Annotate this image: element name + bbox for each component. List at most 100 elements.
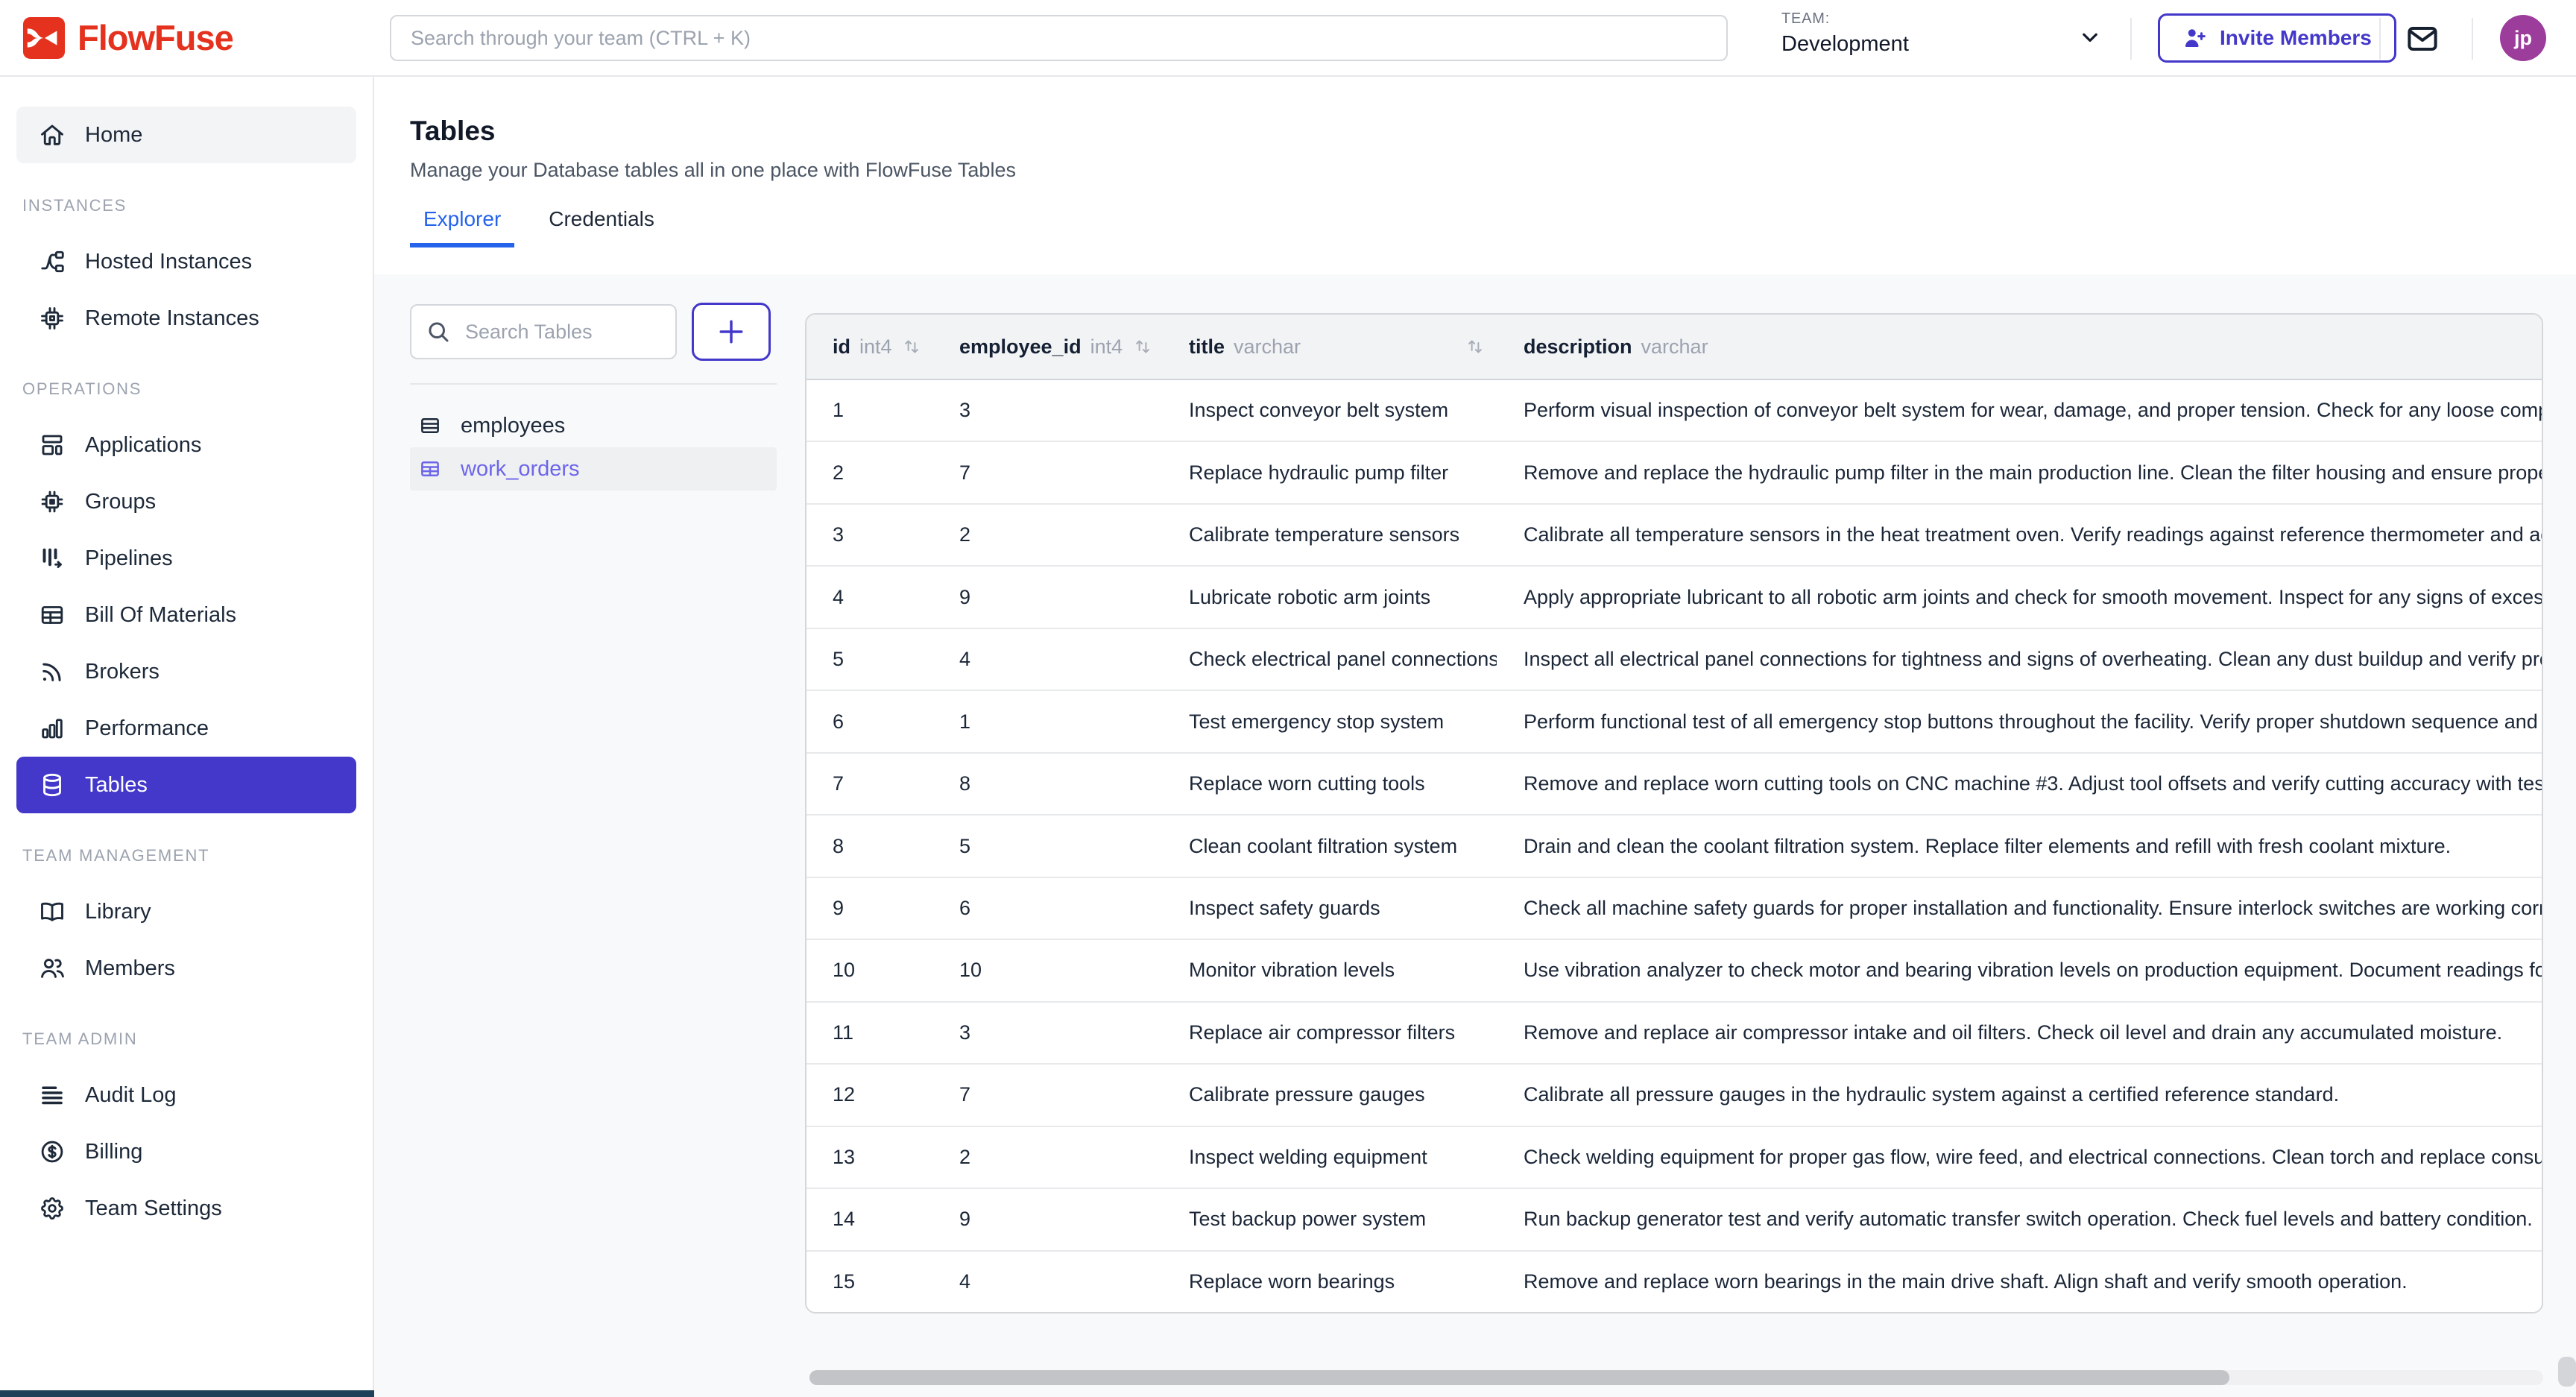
sidebar-item-library[interactable]: Library [16,883,356,940]
cell-id: 5 [806,648,933,671]
cell-description: Calibrate all pressure gauges in the hyd… [1497,1083,2542,1106]
topbar-divider [2472,18,2473,60]
dollar-circle-icon [39,1138,66,1165]
horizontal-scrollbar-track[interactable] [809,1370,2543,1385]
cell-title: Test emergency stop system [1164,710,1497,734]
mini-table-icon [419,458,441,480]
mail-icon[interactable] [2405,21,2440,57]
cell-title: Replace worn bearings [1164,1270,1497,1293]
sort-icon[interactable] [1464,335,1486,358]
grid-table-icon [39,602,66,628]
table-name: work_orders [461,457,580,482]
cell-employee-id: 8 [933,772,1164,795]
cell-title: Replace worn cutting tools [1164,772,1497,795]
content-area: employees work_orders id int4 employee_i… [374,274,2576,1397]
sidebar-item-label: Brokers [85,660,160,684]
table-row[interactable]: 14 9 Test backup power system Run backup… [806,1188,2542,1249]
table-row[interactable]: 13 2 Inspect welding equipment Check wel… [806,1126,2542,1188]
sidebar-item-home[interactable]: Home [16,107,356,163]
table-row[interactable]: 3 2 Calibrate temperature sensors Calibr… [806,503,2542,565]
page-subtitle: Manage your Database tables all in one p… [410,159,2576,182]
table-row[interactable]: 9 6 Inspect safety guards Check all mach… [806,877,2542,939]
table-row[interactable]: 15 4 Replace worn bearings Remove and re… [806,1250,2542,1312]
flowfuse-logo[interactable]: FlowFuse [22,16,233,60]
flowfuse-logo-icon [22,16,66,60]
team-search-input[interactable] [390,15,1728,61]
cell-employee-id: 2 [933,523,1164,546]
chevron-down-icon[interactable] [2077,24,2103,51]
sidebar-item-pipelines[interactable]: Pipelines [16,530,356,587]
cell-employee-id: 7 [933,1083,1164,1106]
sort-icon[interactable] [900,335,923,358]
avatar[interactable]: jp [2500,15,2546,61]
cell-id: 13 [806,1146,933,1169]
sidebar-item-tables[interactable]: Tables [16,757,356,813]
add-table-button[interactable] [692,303,771,361]
template-blocks-icon [39,432,66,458]
table-row[interactable]: 2 7 Replace hydraulic pump filter Remove… [806,441,2542,502]
database-icon [39,772,66,798]
table-row[interactable]: 6 1 Test emergency stop system Perform f… [806,690,2542,751]
table-row[interactable]: 7 8 Replace worn cutting tools Remove an… [806,752,2542,814]
sort-icon[interactable] [1131,335,1154,358]
column-header-title[interactable]: title varchar [1164,335,1497,359]
column-header-description[interactable]: description varchar [1497,335,2542,359]
sidebar-item-applications[interactable]: Applications [16,417,356,473]
chip-icon [39,305,66,332]
cell-employee-id: 3 [933,1021,1164,1044]
sidebar-item-audit-log[interactable]: Audit Log [16,1067,356,1123]
branch-nodes-icon [39,248,66,275]
sidebar-section-team-management: TEAM MANAGEMENT [22,846,373,865]
tab-credentials[interactable]: Credentials [535,207,668,247]
sidebar-item-remote-instances[interactable]: Remote Instances [16,290,356,347]
sidebar-item-bill-of-materials[interactable]: Bill Of Materials [16,587,356,643]
cell-employee-id: 4 [933,648,1164,671]
cell-description: Check welding equipment for proper gas f… [1497,1146,2542,1169]
column-header-id[interactable]: id int4 [806,335,933,359]
sidebar-item-hosted-instances[interactable]: Hosted Instances [16,233,356,290]
cell-employee-id: 6 [933,897,1164,920]
tab-explorer[interactable]: Explorer [410,207,514,247]
table-row[interactable]: 11 3 Replace air compressor filters Remo… [806,1001,2542,1063]
table-list-item-employees[interactable]: employees [410,404,777,447]
cell-title: Inspect welding equipment [1164,1146,1497,1169]
cell-description: Check all machine safety guards for prop… [1497,897,2542,920]
sidebar-item-label: Performance [85,716,209,741]
horizontal-scrollbar-thumb[interactable] [809,1370,2229,1385]
team-selector[interactable]: TEAM: Development [1781,10,1909,57]
table-row[interactable]: 12 7 Calibrate pressure gauges Calibrate… [806,1063,2542,1125]
sidebar-item-brokers[interactable]: Brokers [16,643,356,700]
table-row[interactable]: 4 9 Lubricate robotic arm joints Apply a… [806,565,2542,627]
cell-description: Apply appropriate lubricant to all robot… [1497,586,2542,609]
table-row[interactable]: 1 3 Inspect conveyor belt system Perform… [806,380,2542,441]
column-header-employee-id[interactable]: employee_id int4 [933,335,1164,359]
table-row[interactable]: 10 10 Monitor vibration levels Use vibra… [806,939,2542,1000]
open-book-icon [39,898,66,925]
sidebar-item-team-settings[interactable]: Team Settings [16,1180,356,1237]
table-list-item-work-orders[interactable]: work_orders [410,447,777,491]
cell-title: Calibrate temperature sensors [1164,523,1497,546]
sidebar-item-label: Bill Of Materials [85,603,236,628]
cell-employee-id: 1 [933,710,1164,734]
scrollbar-corner [2558,1357,2576,1387]
cell-description: Inspect all electrical panel connections… [1497,648,2542,671]
cell-title: Check electrical panel connections [1164,648,1497,671]
cell-id: 12 [806,1083,933,1106]
sidebar-item-members[interactable]: Members [16,940,356,997]
table-row[interactable]: 5 4 Check electrical panel connections I… [806,628,2542,690]
cell-employee-id: 7 [933,461,1164,485]
sidebar-item-label: Tables [85,773,148,798]
sidebar-item-billing[interactable]: Billing [16,1123,356,1180]
sidebar-item-performance[interactable]: Performance [16,700,356,757]
sidebar-item-label: Hosted Instances [85,250,252,274]
cell-id: 7 [806,772,933,795]
sidebar-item-groups[interactable]: Groups [16,473,356,530]
bars-arrow-icon [39,545,66,572]
sidebar-item-label: Home [85,123,142,148]
flowfuse-wordmark: FlowFuse [78,17,233,58]
home-icon [39,122,66,148]
table-row[interactable]: 8 5 Clean coolant filtration system Drai… [806,814,2542,876]
invite-members-button[interactable]: Invite Members [2158,13,2396,63]
sidebar-item-label: Audit Log [85,1083,177,1108]
gear-icon [39,1195,66,1222]
